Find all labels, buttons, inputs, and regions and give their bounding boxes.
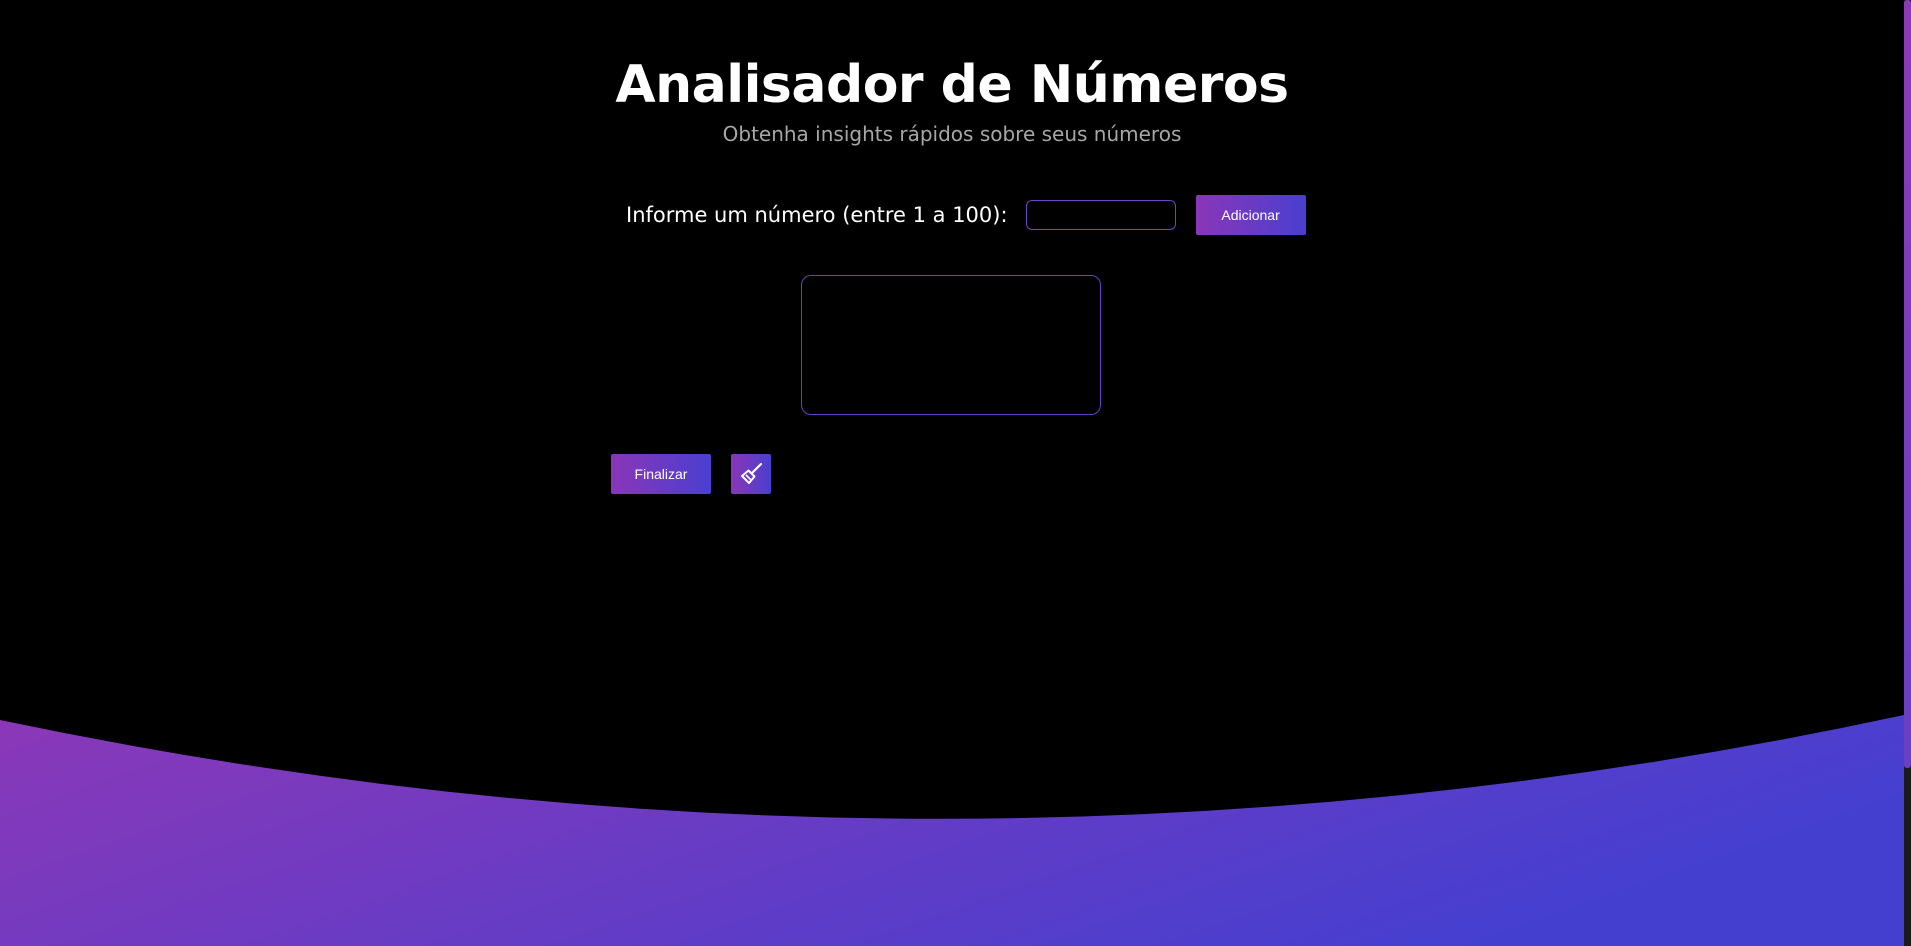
number-input[interactable] [1025,200,1176,230]
page-title: Analisador de Números [615,55,1289,115]
broom-icon [741,462,763,484]
scrollbar-thumb[interactable] [1904,0,1911,768]
page: Analisador de Números Obtenha insights r… [0,0,1911,946]
action-row: Finalizar [611,454,771,494]
page-subtitle: Obtenha insights rápidos sobre seus núme… [722,122,1182,146]
add-button[interactable]: Adicionar [1195,195,1306,235]
number-entry-row: Informe um número (entre 1 a 100): Adici… [626,195,1306,235]
scrollbar-track[interactable] [1904,0,1911,946]
clear-button[interactable] [731,454,771,494]
number-input-label: Informe um número (entre 1 a 100): [626,203,1008,227]
numbers-list[interactable] [801,275,1101,415]
header: Analisador de Números Obtenha insights r… [0,50,1904,148]
finish-button[interactable]: Finalizar [611,454,711,494]
